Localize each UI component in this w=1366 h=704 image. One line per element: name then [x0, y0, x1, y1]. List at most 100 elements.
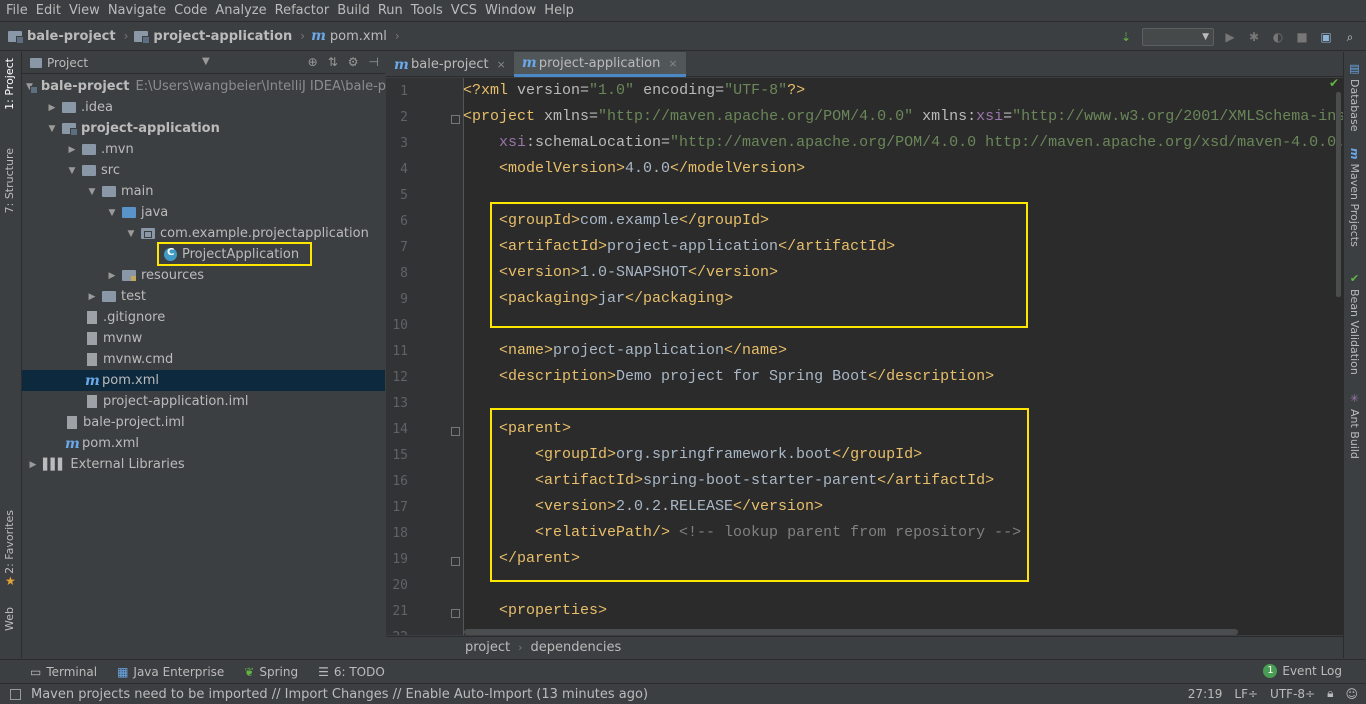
collapsed-arrow-icon[interactable]: ▶: [45, 103, 59, 113]
tab-project[interactable]: 1: Project: [3, 58, 16, 110]
menu-tools[interactable]: Tools: [407, 3, 447, 18]
tree-item-java[interactable]: ▼ java: [22, 202, 385, 223]
expanded-arrow-icon[interactable]: ▼: [105, 208, 119, 218]
tab-maven-projects[interactable]: mMaven Projects: [1348, 148, 1361, 247]
menu-file[interactable]: File: [2, 3, 32, 18]
stop-icon[interactable]: ■: [1294, 29, 1310, 45]
chevron-right-icon: ›: [394, 29, 400, 43]
editor-breadcrumbs: project › dependencies: [386, 636, 1343, 658]
tree-item-bale-project-iml[interactable]: bale-project.iml: [22, 412, 385, 433]
nav-crumb-bale-project[interactable]: bale-project: [8, 29, 116, 44]
hide-icon[interactable]: ⊣: [369, 55, 379, 69]
tab-bale-project[interactable]: m bale-project ×: [386, 52, 514, 77]
tab-ant-build[interactable]: ✳Ant Build: [1348, 392, 1361, 459]
close-icon[interactable]: ×: [497, 58, 506, 71]
caret-position[interactable]: 27:19: [1188, 687, 1223, 701]
vertical-scrollbar[interactable]: [1336, 92, 1341, 297]
build-icon[interactable]: ⇣: [1118, 29, 1134, 45]
tree-item-main[interactable]: ▼ main: [22, 181, 385, 202]
tree-item-root-pom-xml[interactable]: m pom.xml: [22, 433, 385, 454]
spring-button[interactable]: ❦ Spring: [244, 665, 298, 679]
editor-gutter: 1 2 3 4 5 6 7 8 9 10 11 12 13 14 15 16 1…: [386, 78, 464, 635]
project-panel: Project ▼ ⊕ ⇅ ⚙ ⊣ ▼ bale-project E:\User…: [22, 52, 399, 658]
file-encoding[interactable]: UTF-8÷: [1270, 687, 1315, 701]
nav-crumb-pom[interactable]: m pom.xml: [311, 28, 387, 44]
menu-navigate[interactable]: Navigate: [104, 3, 170, 18]
dropdown-arrow-icon[interactable]: ▼: [202, 56, 210, 67]
collapsed-arrow-icon[interactable]: ▶: [105, 271, 119, 281]
collapsed-arrow-icon[interactable]: ▶: [85, 292, 99, 302]
fold-marker-icon[interactable]: [451, 557, 460, 566]
inspection-icon[interactable]: ☺: [1345, 687, 1358, 701]
code-editor[interactable]: 1 2 3 4 5 6 7 8 9 10 11 12 13 14 15 16 1…: [386, 78, 1343, 635]
fold-marker-icon[interactable]: [451, 427, 460, 436]
tab-bean-validation[interactable]: ✔Bean Validation: [1348, 272, 1361, 375]
menu-help[interactable]: Help: [540, 3, 578, 18]
breadcrumb-dependencies[interactable]: dependencies: [531, 640, 622, 655]
collapsed-arrow-icon[interactable]: ▶: [65, 145, 79, 155]
close-icon[interactable]: ×: [668, 57, 677, 70]
tree-item-mvnw-cmd[interactable]: mvnw.cmd: [22, 349, 385, 370]
file-icon: [87, 353, 97, 366]
search-icon[interactable]: ⌕: [1342, 29, 1358, 45]
chevron-right-icon: ›: [518, 641, 523, 654]
expanded-arrow-icon[interactable]: ▼: [85, 187, 99, 197]
tab-database[interactable]: ▤Database: [1348, 62, 1361, 132]
project-view-select[interactable]: Project: [47, 56, 88, 70]
project-structure-icon[interactable]: ▣: [1318, 29, 1334, 45]
java-enterprise-button[interactable]: ▦ Java Enterprise: [117, 665, 224, 679]
horizontal-scrollbar[interactable]: [464, 629, 1238, 635]
tree-item-pom-xml-selected[interactable]: m pom.xml: [22, 370, 385, 391]
toggle-tool-windows-icon[interactable]: [10, 688, 21, 700]
expanded-arrow-icon[interactable]: ▼: [65, 166, 79, 176]
locate-icon[interactable]: ⊕: [308, 55, 318, 69]
tree-item-mvnw[interactable]: mvnw: [22, 328, 385, 349]
tree-item-project-application[interactable]: ▼ project-application: [22, 118, 385, 139]
breadcrumb-project[interactable]: project: [465, 640, 510, 655]
nav-crumb-project-application[interactable]: project-application: [134, 29, 292, 44]
coverage-icon[interactable]: ◐: [1270, 29, 1286, 45]
terminal-button[interactable]: ▭ Terminal: [30, 665, 97, 679]
tab-structure[interactable]: 7: Structure: [3, 148, 16, 213]
tree-item-resources[interactable]: ▶ resources: [22, 265, 385, 286]
run-icon[interactable]: ▶: [1222, 29, 1238, 45]
menu-build[interactable]: Build: [333, 3, 374, 18]
tree-item-project-application-iml[interactable]: project-application.iml: [22, 391, 385, 412]
menu-refactor[interactable]: Refactor: [271, 3, 334, 18]
expanded-arrow-icon[interactable]: ▼: [45, 124, 59, 134]
collapse-icon[interactable]: ⇅: [328, 55, 338, 69]
project-view-icon: [30, 57, 42, 68]
collapsed-arrow-icon[interactable]: ▶: [26, 460, 40, 470]
menu-vcs[interactable]: VCS: [447, 3, 481, 18]
line-separator[interactable]: LF÷: [1234, 687, 1258, 701]
todo-icon: ☰: [318, 664, 329, 679]
event-log-button[interactable]: 1 Event Log: [1263, 664, 1342, 678]
menu-code[interactable]: Code: [170, 3, 211, 18]
settings-gear-icon[interactable]: ⚙: [348, 55, 359, 69]
menu-window[interactable]: Window: [481, 3, 540, 18]
menu-analyze[interactable]: Analyze: [211, 3, 270, 18]
status-message[interactable]: Maven projects need to be imported // Im…: [31, 687, 648, 702]
tree-item-src[interactable]: ▼ src: [22, 160, 385, 181]
fold-marker-icon[interactable]: [451, 115, 460, 124]
menu-run[interactable]: Run: [374, 3, 407, 18]
todo-button[interactable]: ☰ 6: TODO: [318, 665, 385, 679]
tab-favorites[interactable]: 2: Favorites: [3, 510, 16, 574]
tab-web[interactable]: Web: [3, 607, 16, 631]
tree-item-package[interactable]: ▼ com.example.projectapplication: [22, 223, 385, 244]
menu-edit[interactable]: Edit: [32, 3, 65, 18]
fold-marker-icon[interactable]: [451, 609, 460, 618]
tab-project-application[interactable]: m project-application ×: [513, 52, 686, 77]
tree-item-mvn[interactable]: ▶ .mvn: [22, 139, 385, 160]
tree-item-bale-project[interactable]: ▼ bale-project E:\Users\wangbeier\Intell…: [22, 76, 399, 97]
debug-icon[interactable]: ✱: [1246, 29, 1262, 45]
expanded-arrow-icon[interactable]: ▼: [124, 229, 138, 239]
menu-view[interactable]: View: [65, 3, 104, 18]
tree-item-idea[interactable]: ▶ .idea: [22, 97, 385, 118]
lock-icon[interactable]: 🔒︎: [1327, 686, 1333, 701]
tree-item-gitignore[interactable]: .gitignore: [22, 307, 385, 328]
tree-item-test[interactable]: ▶ test: [22, 286, 385, 307]
run-config-select[interactable]: ▼: [1142, 28, 1214, 46]
line-number: 20: [392, 578, 408, 593]
tree-item-external-libraries[interactable]: ▶ ▌▌▌ External Libraries: [22, 454, 385, 475]
